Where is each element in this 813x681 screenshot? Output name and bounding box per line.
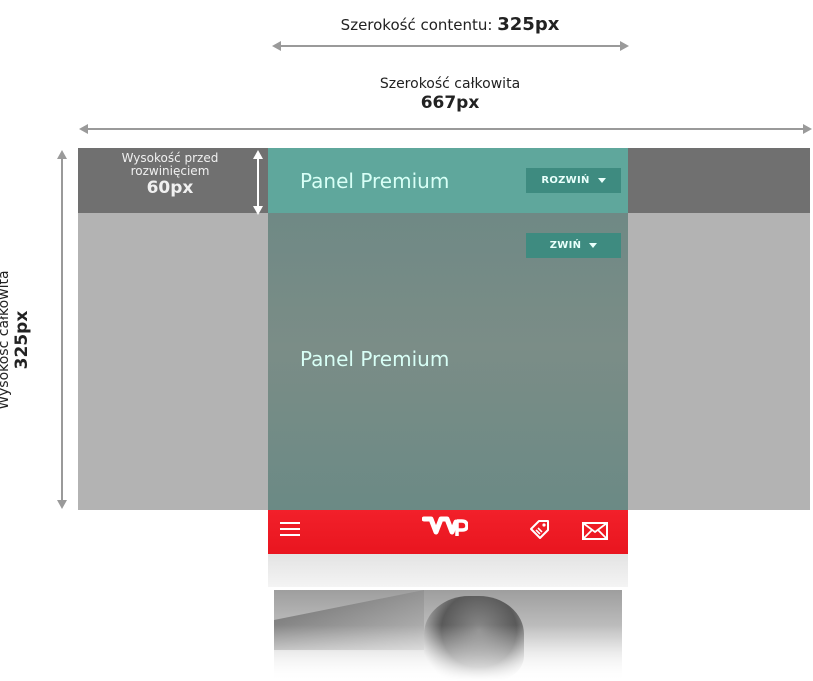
right-collapsed-band — [628, 148, 810, 213]
total-height-value: 325px — [12, 310, 32, 370]
content-width-label: Szerokość contentu: 325px — [270, 14, 630, 35]
mail-icon[interactable] — [582, 522, 608, 540]
image-fade — [274, 625, 622, 681]
wp-logo[interactable] — [422, 516, 468, 542]
tag-icon[interactable] — [528, 518, 552, 542]
total-width-value: 667px — [420, 93, 480, 113]
article-image[interactable] — [274, 590, 622, 681]
total-width-arrow-line — [86, 128, 804, 130]
caret-down-icon — [589, 243, 598, 248]
expanded-panel-title: Panel Premium — [300, 347, 450, 371]
collapse-button[interactable]: ZWIŃ — [526, 233, 621, 258]
hamburger-menu-icon[interactable] — [280, 518, 300, 540]
collapsed-height-arrow-down-icon — [253, 206, 263, 215]
total-height-arrow-line — [61, 156, 63, 502]
total-width-text: Szerokość całkowita — [379, 76, 521, 92]
total-width-label: Szerokość całkowita 667px — [300, 76, 600, 113]
collapsed-panel-title: Panel Premium — [300, 169, 450, 193]
collapse-button-label: ZWIŃ — [549, 240, 582, 251]
content-width-arrow-right-icon — [620, 41, 629, 51]
content-width-arrow-left-icon — [272, 41, 281, 51]
content-strip — [268, 554, 628, 587]
expand-button[interactable]: ROZWIŃ — [526, 168, 621, 193]
collapsed-height-arrow-line — [257, 156, 259, 208]
content-width-text: Szerokość contentu: — [340, 16, 493, 34]
collapsed-height-line2: rozwinięciem — [130, 164, 210, 178]
content-width-value: 325px — [497, 14, 560, 35]
content-width-arrow-line — [279, 45, 621, 47]
total-height-label: Wysokość całkowita 325px — [0, 210, 45, 470]
collapsed-height-value: 60px — [146, 178, 194, 198]
total-height-arrow-down-icon — [57, 500, 67, 509]
collapsed-height-arrow-up-icon — [253, 150, 263, 159]
collapsed-height-label: Wysokość przed rozwinięciem 60px — [100, 152, 240, 199]
total-height-arrow-up-icon — [57, 150, 67, 159]
caret-down-icon — [597, 178, 606, 183]
expand-button-label: ROZWIŃ — [541, 175, 590, 186]
total-width-arrow-left-icon — [79, 124, 88, 134]
total-width-arrow-right-icon — [803, 124, 812, 134]
